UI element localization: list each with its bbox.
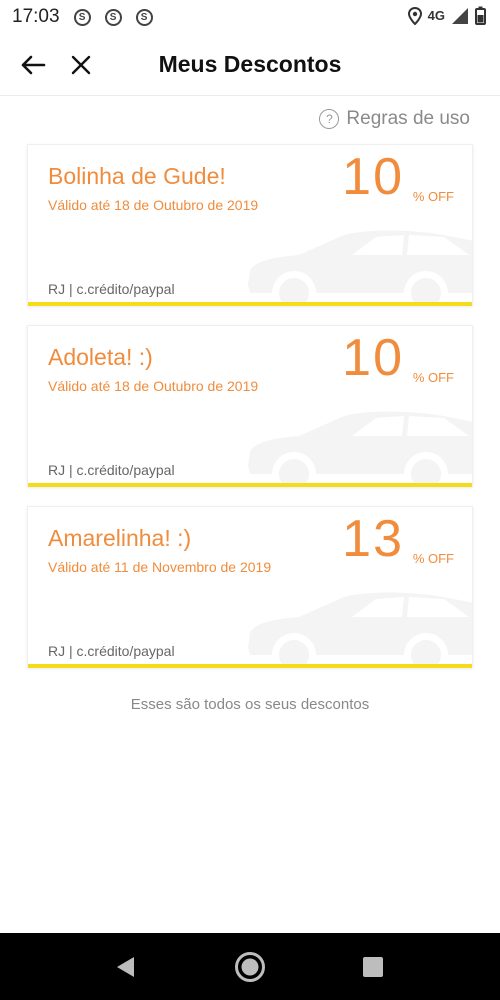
coupon-accent-bar <box>28 302 472 306</box>
coupon-conditions: RJ | c.crédito/paypal <box>48 462 175 478</box>
square-recents-icon <box>363 957 383 977</box>
app-bar: Meus Descontos <box>0 34 500 96</box>
nav-recents-button[interactable] <box>356 950 390 984</box>
status-bar: 17:03 S S S 4G <box>0 0 500 34</box>
coupon-off-label: % OFF <box>412 370 454 385</box>
coupon-off-label: % OFF <box>412 551 454 566</box>
network-type: 4G <box>427 8 445 23</box>
page-title: Meus Descontos <box>158 51 342 77</box>
location-icon <box>407 6 422 25</box>
coupon-accent-bar <box>28 664 472 668</box>
notification-icon: S <box>104 8 122 26</box>
notification-icon: S <box>73 8 91 26</box>
nav-home-button[interactable] <box>233 950 267 984</box>
rules-link[interactable]: ? Regras de uso <box>319 108 470 130</box>
triangle-back-icon <box>117 957 134 977</box>
coupon-off-label: % OFF <box>412 189 454 204</box>
coupon-accent-bar <box>28 483 472 487</box>
coupon-title: Amarelinha! :) <box>48 525 192 551</box>
car-icon <box>248 230 472 303</box>
rules-label: Regras de uso <box>346 108 470 129</box>
help-circle-icon: ? <box>319 109 340 129</box>
status-indicators: 4G <box>407 6 486 25</box>
coupon-card[interactable]: Adoleta! :) Válido até 18 de Outubro de … <box>27 325 473 487</box>
coupon-conditions: RJ | c.crédito/paypal <box>48 643 175 659</box>
status-time: 17:03 <box>12 6 60 27</box>
end-of-list-note: Esses são todos os seus descontos <box>130 696 370 713</box>
coupon-discount-value: 13 <box>342 510 404 568</box>
coupon-card[interactable]: Amarelinha! :) Válido até 11 de Novembro… <box>27 506 473 668</box>
coupon-title: Adoleta! :) <box>48 344 153 370</box>
coupon-validity: Válido até 11 de Novembro de 2019 <box>48 559 272 575</box>
home-circle-icon <box>235 952 265 982</box>
system-nav-bar <box>0 933 500 1000</box>
nav-back-button[interactable] <box>108 950 142 984</box>
coupon-conditions: RJ | c.crédito/paypal <box>48 281 175 297</box>
car-icon <box>248 592 472 665</box>
signal-icon <box>452 7 468 24</box>
coupon-card[interactable]: Bolinha de Gude! Válido até 18 de Outubr… <box>27 144 473 306</box>
coupon-discount-value: 10 <box>342 329 404 387</box>
coupon-validity: Válido até 18 de Outubro de 2019 <box>48 197 259 213</box>
coupon-validity: Válido até 18 de Outubro de 2019 <box>48 378 259 394</box>
battery-icon <box>475 6 486 25</box>
coupon-discount-value: 10 <box>342 148 404 206</box>
car-icon <box>248 411 472 484</box>
coupon-title: Bolinha de Gude! <box>48 163 226 189</box>
notification-icon: S <box>135 8 153 26</box>
